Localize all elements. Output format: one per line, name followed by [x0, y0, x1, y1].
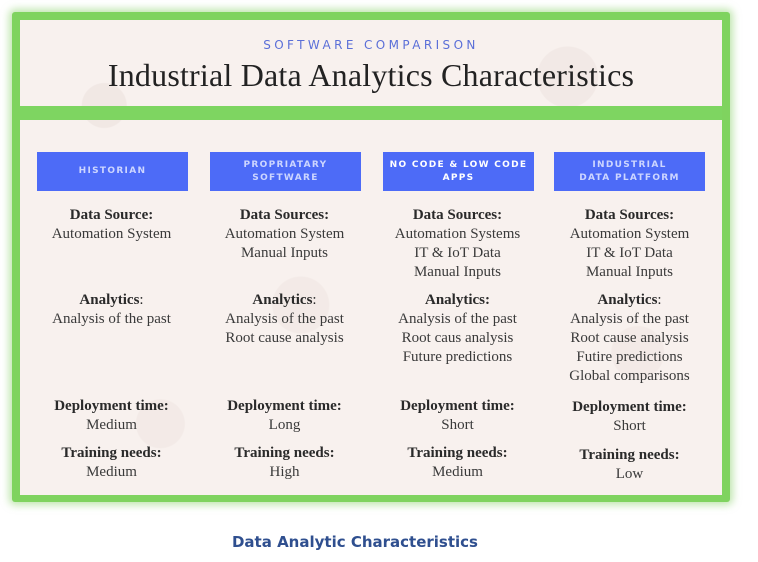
deployment-value: Short	[613, 418, 646, 434]
analytics-item: Root caus analysis	[401, 330, 514, 346]
data-sources-section: Data Sources: Automation Systems IT & Io…	[370, 206, 545, 282]
deployment-value: Long	[268, 417, 301, 433]
data-sources-label: Data Sources	[239, 207, 325, 223]
data-source-item: Automation System	[224, 226, 345, 242]
data-source-item: Automation Systems	[394, 226, 521, 242]
analytics-item: Global comparisons	[569, 368, 690, 384]
analytics-label: Analytics	[425, 292, 485, 308]
heading-line: NO CODE & LOW CODE	[389, 159, 528, 170]
analytics-section: Analytics: Analysis of the past Root cau…	[542, 291, 717, 386]
heading-line: HISTORIAN	[78, 166, 147, 176]
data-sources-section: Data Sources: Automation System IT & IoT…	[542, 206, 717, 282]
heading-line: DATA PLATFORM	[579, 172, 680, 183]
deployment-label: Deployment time	[400, 398, 510, 414]
data-source-item: Manual Inputs	[413, 264, 502, 280]
subtitle: SOFTWARE COMPARISON	[263, 38, 479, 52]
training-section: Training needs: High	[197, 444, 372, 482]
figure-caption: Data Analytic Characteristics	[231, 533, 478, 551]
data-sources-label: Data Sources	[584, 207, 670, 223]
analytics-item: Root cause analysis	[225, 330, 344, 346]
training-label: Training needs	[61, 445, 157, 461]
analytics-label: Analytics	[79, 292, 140, 308]
data-source-item: IT & IoT Data	[586, 245, 673, 261]
data-source-item: Manual Inputs	[585, 264, 674, 280]
data-sources-section: Data Source: Automation System	[24, 206, 199, 244]
data-sources-section: Data Sources: Automation System Manual I…	[197, 206, 372, 263]
analytics-section: Analytics: Analysis of the past Root cau…	[197, 291, 372, 348]
analytics-section: Analytics: Analysis of the past	[24, 291, 199, 329]
heading-line: PROPRIATARY	[243, 159, 328, 170]
column-heading-industrial-data-platform: INDUSTRIAL DATA PLATFORM	[554, 152, 705, 191]
training-label: Training needs	[407, 445, 503, 461]
column-heading-proprietary-software: PROPRIATARY SOFTWARE	[210, 152, 361, 191]
heading-line: APPS	[442, 172, 475, 183]
training-value: Low	[615, 466, 644, 482]
analytics-item: Analysis of the past	[52, 311, 171, 327]
data-source-item: Automation System	[569, 226, 690, 242]
deployment-label: Deployment time	[572, 399, 682, 415]
deployment-section: Deployment time: Long	[197, 397, 372, 435]
data-source-item: Automation System	[51, 226, 172, 242]
column-heading-no-code-low-code: NO CODE & LOW CODE APPS	[383, 152, 534, 191]
data-sources-label: Data Source	[69, 207, 149, 223]
page-title: Industrial Data Analytics Characteristic…	[107, 57, 635, 93]
deployment-section: Deployment time: Short	[370, 397, 545, 435]
data-sources-label: Data Sources	[412, 207, 498, 223]
data-source-item: Manual Inputs	[240, 245, 329, 261]
analytics-item: Future predictions	[402, 349, 513, 365]
column-heading-historian: HISTORIAN	[37, 152, 188, 191]
training-section: Training needs: Low	[542, 446, 717, 484]
training-value: Medium	[86, 464, 137, 480]
deployment-label: Deployment time	[54, 398, 164, 414]
analytics-item: Root cause analysis	[570, 330, 689, 346]
training-value: Medium	[432, 464, 483, 480]
deployment-section: Deployment time: Medium	[24, 397, 199, 435]
training-section: Training needs: Medium	[370, 444, 545, 482]
heading-line: INDUSTRIAL	[592, 159, 667, 170]
training-value: High	[269, 464, 300, 480]
training-label: Training needs	[579, 447, 675, 463]
deployment-value: Short	[441, 417, 474, 433]
data-source-item: IT & IoT Data	[414, 245, 501, 261]
analytics-label: Analytics	[252, 292, 313, 308]
analytics-label: Analytics	[597, 292, 658, 308]
deployment-value: Medium	[86, 417, 137, 433]
deployment-label: Deployment time	[227, 398, 337, 414]
analytics-item: Analysis of the past	[570, 311, 689, 327]
heading-line: SOFTWARE	[252, 172, 319, 183]
analytics-item: Futire predictions	[576, 349, 683, 365]
training-section: Training needs: Medium	[24, 444, 199, 482]
analytics-item: Analysis of the past	[225, 311, 344, 327]
training-label: Training needs	[234, 445, 330, 461]
deployment-section: Deployment time: Short	[542, 398, 717, 436]
analytics-section: Analytics: Analysis of the past Root cau…	[370, 291, 545, 367]
analytics-item: Analysis of the past	[398, 311, 517, 327]
green-divider-band	[20, 106, 722, 120]
